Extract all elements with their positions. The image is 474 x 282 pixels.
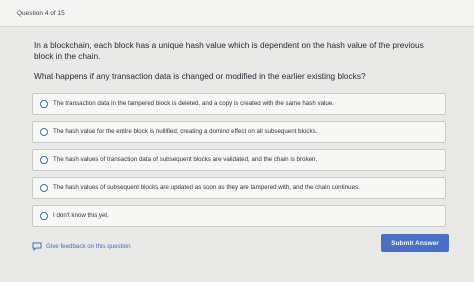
question-prompt: In a blockchain, each block has a unique… [34,40,424,61]
radio-button[interactable] [40,212,48,220]
answer-option-label: The hash value for the entire block is n… [53,128,318,135]
give-feedback-link[interactable]: Give feedback on this question [32,240,131,252]
answer-options: The transaction data in the tampered blo… [32,93,446,233]
answer-option-4[interactable]: The hash values of subsequent blocks are… [32,177,446,199]
answer-option-2[interactable]: The hash value for the entire block is n… [32,121,446,143]
answer-option-3[interactable]: The hash values of transaction data of s… [32,149,446,171]
answer-option-1[interactable]: The transaction data in the tampered blo… [32,93,446,115]
radio-button[interactable] [40,156,48,164]
answer-option-label: The hash values of subsequent blocks are… [53,184,360,191]
give-feedback-label: Give feedback on this question [46,242,131,250]
radio-button[interactable] [40,128,48,136]
radio-button[interactable] [40,184,48,192]
top-bar: Question 4 of 15 [0,0,474,27]
answer-option-label: The hash values of transaction data of s… [53,156,318,163]
answer-option-5[interactable]: I don't know this yet. [32,205,446,227]
submit-answer-button[interactable]: Submit Answer [381,234,449,252]
question-text: What happens if any transaction data is … [34,71,366,81]
question-counter: Question 4 of 15 [17,10,65,17]
radio-button[interactable] [40,100,48,108]
answer-option-label: The transaction data in the tampered blo… [53,100,335,107]
answer-option-label: I don't know this yet. [53,212,109,219]
feedback-icon [32,242,42,251]
